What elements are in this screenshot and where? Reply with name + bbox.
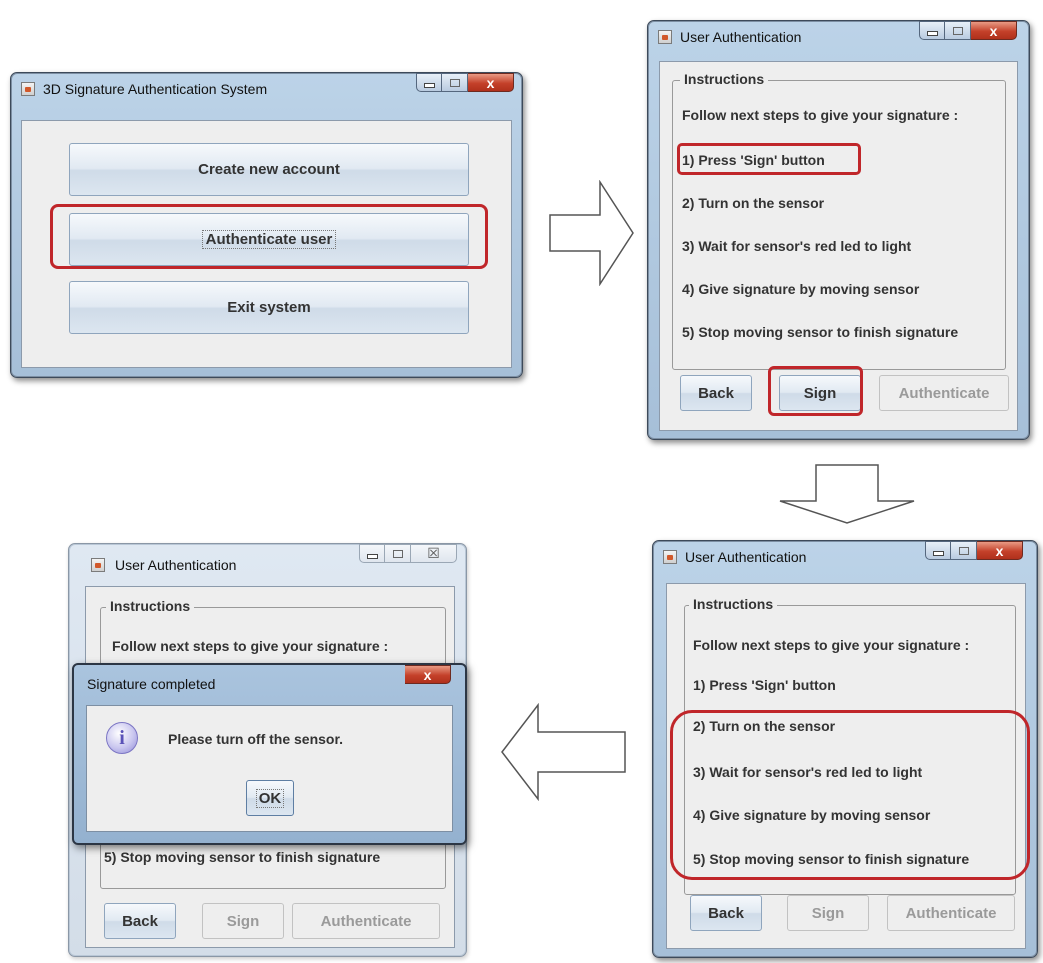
step-1: 1) Press 'Sign' button [682, 152, 825, 168]
sign-label: Sign [811, 904, 845, 922]
window-controls: x [919, 21, 1017, 41]
maximize-icon[interactable] [442, 73, 468, 92]
back-label: Back [698, 384, 734, 402]
auth-client-area: Instructions Follow next steps to give y… [666, 583, 1026, 949]
java-cup-icon [663, 550, 677, 564]
minimize-icon[interactable] [925, 541, 951, 560]
auth-window-sign: User Authentication x Instructions Follo… [647, 20, 1030, 440]
back-button[interactable]: Back [680, 375, 752, 411]
main-window-title: 3D Signature Authentication System [43, 81, 268, 97]
close-icon[interactable]: x [405, 665, 451, 684]
step-5: 5) Stop moving sensor to finish signatur… [104, 849, 381, 865]
instructions-legend: Instructions [106, 598, 195, 614]
dialog-controls: x [405, 665, 451, 685]
ok-label: OK [255, 788, 285, 808]
instructions-intro: Follow next steps to give your signature… [682, 107, 959, 123]
close-icon[interactable]: x [977, 541, 1023, 560]
step-5: 5) Stop moving sensor to finish signatur… [693, 851, 970, 867]
window-controls: x [925, 541, 1023, 561]
exit-system-button[interactable]: Exit system [69, 281, 469, 334]
close-icon[interactable]: ☒ [411, 544, 457, 563]
back-label: Back [708, 904, 744, 922]
create-account-label: Create new account [198, 161, 340, 178]
close-icon[interactable]: x [971, 21, 1017, 40]
maximize-icon[interactable] [385, 544, 411, 563]
authenticate-label: Authenticate [320, 912, 412, 930]
sign-label: Sign [803, 384, 837, 402]
authenticate-button[interactable]: Authenticate [292, 903, 440, 939]
authenticate-label: Authenticate [898, 384, 990, 402]
sign-button[interactable]: Sign [202, 903, 284, 939]
window-controls: ☒ [359, 544, 457, 564]
auth-titlebar[interactable]: User Authentication x [653, 541, 1037, 571]
create-account-button[interactable]: Create new account [69, 143, 469, 196]
main-titlebar[interactable]: 3D Signature Authentication System x [11, 73, 522, 103]
dialog-titlebar[interactable]: Signature completed x [74, 665, 465, 699]
java-cup-icon [658, 30, 672, 44]
step-1: 1) Press 'Sign' button [693, 677, 836, 693]
step-3: 3) Wait for sensor's red led to light [693, 764, 923, 780]
step-5: 5) Stop moving sensor to finish signatur… [682, 324, 959, 340]
minimize-icon[interactable] [919, 21, 945, 40]
sign-button[interactable]: Sign [779, 375, 861, 411]
authenticate-user-label: Authenticate user [201, 230, 337, 249]
back-button[interactable]: Back [104, 903, 176, 939]
sign-label: Sign [226, 912, 260, 930]
dialog-client-area: i Please turn off the sensor. OK [86, 705, 453, 832]
auth-titlebar[interactable]: User Authentication ☒ [69, 544, 466, 574]
instructions-intro: Follow next steps to give your signature… [693, 637, 970, 653]
instructions-legend: Instructions [680, 71, 769, 87]
main-client-area: Create new account Authenticate user Exi… [21, 120, 512, 368]
sign-button[interactable]: Sign [787, 895, 869, 931]
maximize-icon[interactable] [951, 541, 977, 560]
authenticate-user-button[interactable]: Authenticate user [69, 213, 469, 266]
exit-system-label: Exit system [227, 299, 311, 316]
back-button[interactable]: Back [690, 895, 762, 931]
step-3: 3) Wait for sensor's red led to light [682, 238, 912, 254]
step-2: 2) Turn on the sensor [693, 718, 836, 734]
arrow-left-icon [501, 703, 626, 801]
step-4: 4) Give signature by moving sensor [693, 807, 931, 823]
step-2: 2) Turn on the sensor [682, 195, 825, 211]
step-4: 4) Give signature by moving sensor [682, 281, 920, 297]
ok-button[interactable]: OK [246, 780, 294, 816]
info-icon: i [106, 722, 138, 754]
signature-completed-dialog: Signature completed x i Please turn off … [72, 663, 467, 845]
java-cup-icon [91, 558, 105, 572]
auth-client-area: Instructions Follow next steps to give y… [659, 61, 1018, 431]
arrow-down-icon [779, 464, 915, 524]
back-label: Back [122, 912, 158, 930]
dialog-title: Signature completed [87, 676, 216, 692]
auth-window-sensor: User Authentication x Instructions Follo… [652, 540, 1038, 958]
auth-window-title: User Authentication [680, 29, 802, 45]
minimize-icon[interactable] [359, 544, 385, 563]
authenticate-button[interactable]: Authenticate [887, 895, 1015, 931]
instructions-legend: Instructions [689, 596, 778, 612]
minimize-icon[interactable] [416, 73, 442, 92]
authenticate-label: Authenticate [905, 904, 997, 922]
dialog-message: Please turn off the sensor. [168, 731, 344, 747]
arrow-right-icon [549, 180, 634, 286]
window-controls: x [416, 73, 514, 93]
auth-window-title: User Authentication [115, 557, 237, 573]
authenticate-button[interactable]: Authenticate [879, 375, 1009, 411]
auth-titlebar[interactable]: User Authentication x [648, 21, 1029, 51]
instructions-intro: Follow next steps to give your signature… [112, 638, 389, 654]
close-icon[interactable]: x [468, 73, 514, 92]
maximize-icon[interactable] [945, 21, 971, 40]
main-window: 3D Signature Authentication System x Cre… [10, 72, 523, 378]
auth-window-title: User Authentication [685, 549, 807, 565]
java-cup-icon [21, 82, 35, 96]
